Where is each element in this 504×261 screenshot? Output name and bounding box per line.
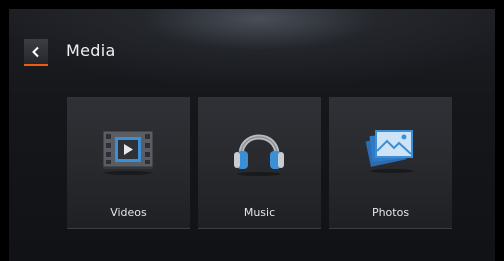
photos-label: Photos: [371, 206, 410, 219]
page-title: Media: [66, 41, 116, 60]
videos-label: Videos: [110, 206, 147, 219]
video-film-icon: [102, 130, 154, 175]
music-label: Music: [243, 206, 276, 219]
back-button[interactable]: [24, 39, 48, 66]
music-tile[interactable]: Music: [198, 97, 321, 229]
media-screen: Media Videos Music Photos: [9, 9, 495, 261]
chevron-left-icon: [32, 46, 39, 58]
videos-tile[interactable]: Videos: [67, 97, 190, 229]
photos-icon: [365, 130, 414, 173]
photos-tile[interactable]: Photos: [329, 97, 452, 229]
headphones-icon: [234, 134, 284, 176]
